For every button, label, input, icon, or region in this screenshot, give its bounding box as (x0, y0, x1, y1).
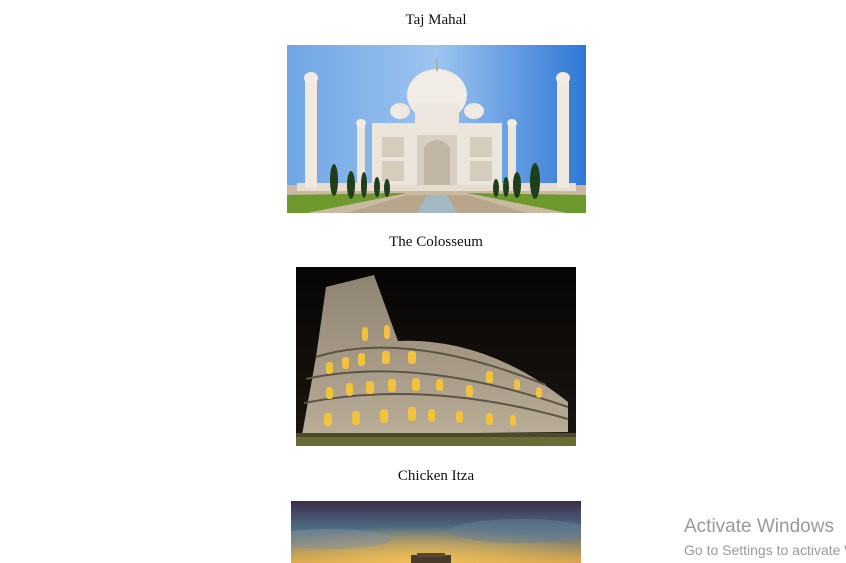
taj-mahal-photo (287, 45, 586, 213)
colosseum-photo (296, 267, 576, 446)
caption-taj-mahal: Taj Mahal (405, 12, 467, 28)
activate-windows-watermark: Activate Windows Go to Settings to activ… (684, 516, 846, 560)
caption-chichen-itza: Chicken Itza (397, 468, 475, 484)
watermark-title: Activate Windows (684, 516, 834, 537)
caption-colosseum: The Colosseum (389, 234, 483, 250)
chichen-itza-photo (291, 501, 581, 563)
gallery-page: Taj Mahal The Colosseum Chicken Itza Act… (0, 0, 846, 563)
watermark-subtitle: Go to Settings to activate Windows. (684, 542, 846, 558)
